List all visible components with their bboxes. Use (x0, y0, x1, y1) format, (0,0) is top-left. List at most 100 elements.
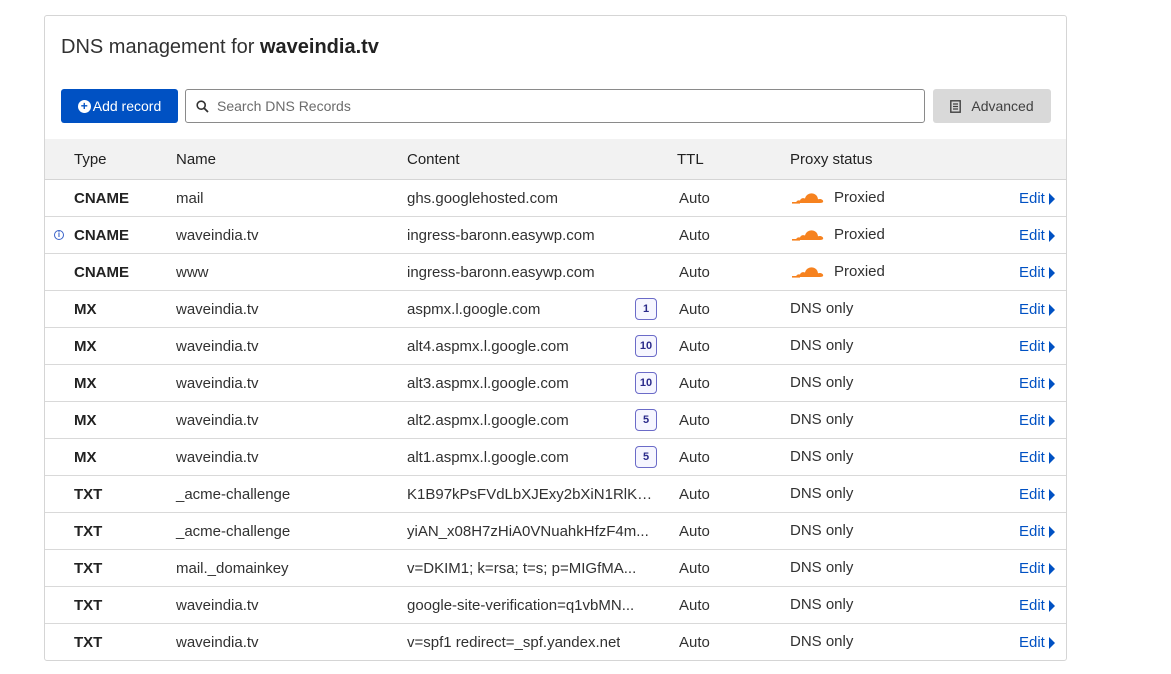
dns-records-table: CNAME mail ghs.googlehosted.com Auto Proxied… (45, 180, 1066, 660)
record-name: waveindia.tv (176, 338, 259, 355)
edit-button[interactable]: Edit (1019, 412, 1055, 429)
page-title: DNS management for waveindia.tv (61, 36, 379, 59)
edit-button[interactable]: Edit (1019, 523, 1055, 540)
add-record-button[interactable]: + Add record (61, 89, 178, 123)
orange-cloud-icon (792, 192, 824, 204)
table-row[interactable]: TXT mail._domainkey v=DKIM1; k=rsa; t=s; p… (45, 550, 1066, 587)
edit-button[interactable]: Edit (1019, 486, 1055, 503)
edit-button[interactable]: Edit (1019, 227, 1055, 244)
table-row[interactable]: i CNAME waveindia.tv ingress-baronn.easywp.… (45, 217, 1066, 254)
table-row[interactable]: TXT _acme-challenge yiAN_x08H7zHiA0VNuahkH… (45, 513, 1066, 550)
record-type: TXT (74, 486, 103, 503)
proxy-status: DNS only (790, 485, 853, 502)
search-icon (196, 99, 209, 113)
proxy-status-label: DNS only (790, 374, 854, 391)
proxy-status-label: Proxied (834, 263, 885, 280)
record-type: TXT (74, 523, 103, 540)
record-ttl: Auto (679, 375, 710, 392)
record-type: CNAME (74, 264, 129, 281)
table-row[interactable]: MX waveindia.tv aspmx.l.google.com 1 Auto DNS… (45, 291, 1066, 328)
record-name: waveindia.tv (176, 449, 259, 466)
edit-label: Edit (1019, 190, 1045, 207)
record-name: www (176, 264, 209, 281)
table-row[interactable]: MX waveindia.tv alt3.aspmx.l.google.com 10 A… (45, 365, 1066, 402)
record-ttl: Auto (679, 190, 710, 207)
edit-button[interactable]: Edit (1019, 560, 1055, 577)
search-box[interactable] (185, 89, 925, 123)
priority-badge: 10 (635, 335, 657, 357)
proxy-status-label: DNS only (790, 448, 854, 465)
record-ttl: Auto (679, 449, 710, 466)
record-content: v=spf1 redirect=_spf.yandex.net (407, 634, 621, 651)
record-ttl: Auto (679, 227, 710, 244)
table-row[interactable]: MX waveindia.tv alt1.aspmx.l.google.com 5 Au… (45, 439, 1066, 476)
record-content: alt1.aspmx.l.google.com (407, 449, 569, 466)
record-type: TXT (74, 634, 103, 651)
proxy-status: DNS only (790, 411, 853, 428)
search-input[interactable] (215, 97, 899, 115)
proxy-status: DNS only (790, 559, 853, 576)
column-header-proxy-status[interactable]: Proxy status (790, 151, 873, 168)
edit-label: Edit (1019, 264, 1045, 281)
edit-button[interactable]: Edit (1019, 301, 1055, 318)
table-row[interactable]: CNAME mail ghs.googlehosted.com Auto Proxied… (45, 180, 1066, 217)
record-content: aspmx.l.google.com (407, 301, 541, 318)
edit-button[interactable]: Edit (1019, 634, 1055, 651)
table-row[interactable]: MX waveindia.tv alt4.aspmx.l.google.com 10 A… (45, 328, 1066, 365)
caret-right-icon (1048, 377, 1055, 390)
info-icon[interactable]: i (54, 230, 64, 240)
edit-button[interactable]: Edit (1019, 449, 1055, 466)
record-ttl: Auto (679, 412, 710, 429)
record-type: MX (74, 449, 97, 466)
edit-label: Edit (1019, 449, 1045, 466)
edit-button[interactable]: Edit (1019, 597, 1055, 614)
edit-label: Edit (1019, 523, 1045, 540)
edit-button[interactable]: Edit (1019, 375, 1055, 392)
priority-badge: 1 (635, 298, 657, 320)
edit-label: Edit (1019, 301, 1045, 318)
edit-button[interactable]: Edit (1019, 338, 1055, 355)
proxy-status-label: DNS only (790, 485, 854, 502)
column-header-content[interactable]: Content (407, 151, 460, 168)
edit-label: Edit (1019, 338, 1045, 355)
record-ttl: Auto (679, 634, 710, 651)
record-content: ingress-baronn.easywp.com (407, 227, 595, 244)
record-name: _acme-challenge (176, 523, 291, 540)
record-type: MX (74, 375, 97, 392)
table-row[interactable]: TXT waveindia.tv google-site-verification=… (45, 587, 1066, 624)
edit-button[interactable]: Edit (1019, 264, 1055, 281)
table-row[interactable]: CNAME www ingress-baronn.easywp.com Auto Pro… (45, 254, 1066, 291)
proxy-status: DNS only (790, 374, 853, 391)
caret-right-icon (1048, 266, 1055, 279)
dns-management-card: DNS management for waveindia.tv + Add re… (44, 15, 1067, 661)
proxy-status: DNS only (790, 337, 853, 354)
edit-button[interactable]: Edit (1019, 190, 1055, 207)
caret-right-icon (1048, 636, 1055, 649)
table-row[interactable]: MX waveindia.tv alt2.aspmx.l.google.com 5 Au… (45, 402, 1066, 439)
priority-badge: 5 (635, 446, 657, 468)
proxy-status-label: DNS only (790, 633, 854, 650)
record-content: alt2.aspmx.l.google.com (407, 412, 569, 429)
caret-right-icon (1048, 229, 1055, 242)
table-row[interactable]: TXT _acme-challenge K1B97kPsFVdLbXJExy2bXi… (45, 476, 1066, 513)
edit-label: Edit (1019, 560, 1045, 577)
record-name: waveindia.tv (176, 597, 259, 614)
record-ttl: Auto (679, 560, 710, 577)
proxy-status-label: DNS only (790, 522, 854, 539)
record-type: MX (74, 338, 97, 355)
advanced-button[interactable]: Advanced (933, 89, 1051, 123)
record-type: MX (74, 301, 97, 318)
caret-right-icon (1048, 562, 1055, 575)
caret-right-icon (1048, 488, 1055, 501)
table-row[interactable]: TXT waveindia.tv v=spf1 redirect=_spf.yand… (45, 624, 1066, 660)
plus-circle-icon: + (77, 99, 91, 113)
record-type: CNAME (74, 190, 129, 207)
record-name: waveindia.tv (176, 375, 259, 392)
record-content: alt3.aspmx.l.google.com (407, 375, 569, 392)
column-header-ttl[interactable]: TTL (677, 151, 704, 168)
column-header-type[interactable]: Type (74, 151, 107, 168)
column-header-name[interactable]: Name (176, 151, 216, 168)
proxy-status: Proxied (790, 226, 885, 243)
proxy-status-label: DNS only (790, 559, 854, 576)
record-name: waveindia.tv (176, 412, 259, 429)
